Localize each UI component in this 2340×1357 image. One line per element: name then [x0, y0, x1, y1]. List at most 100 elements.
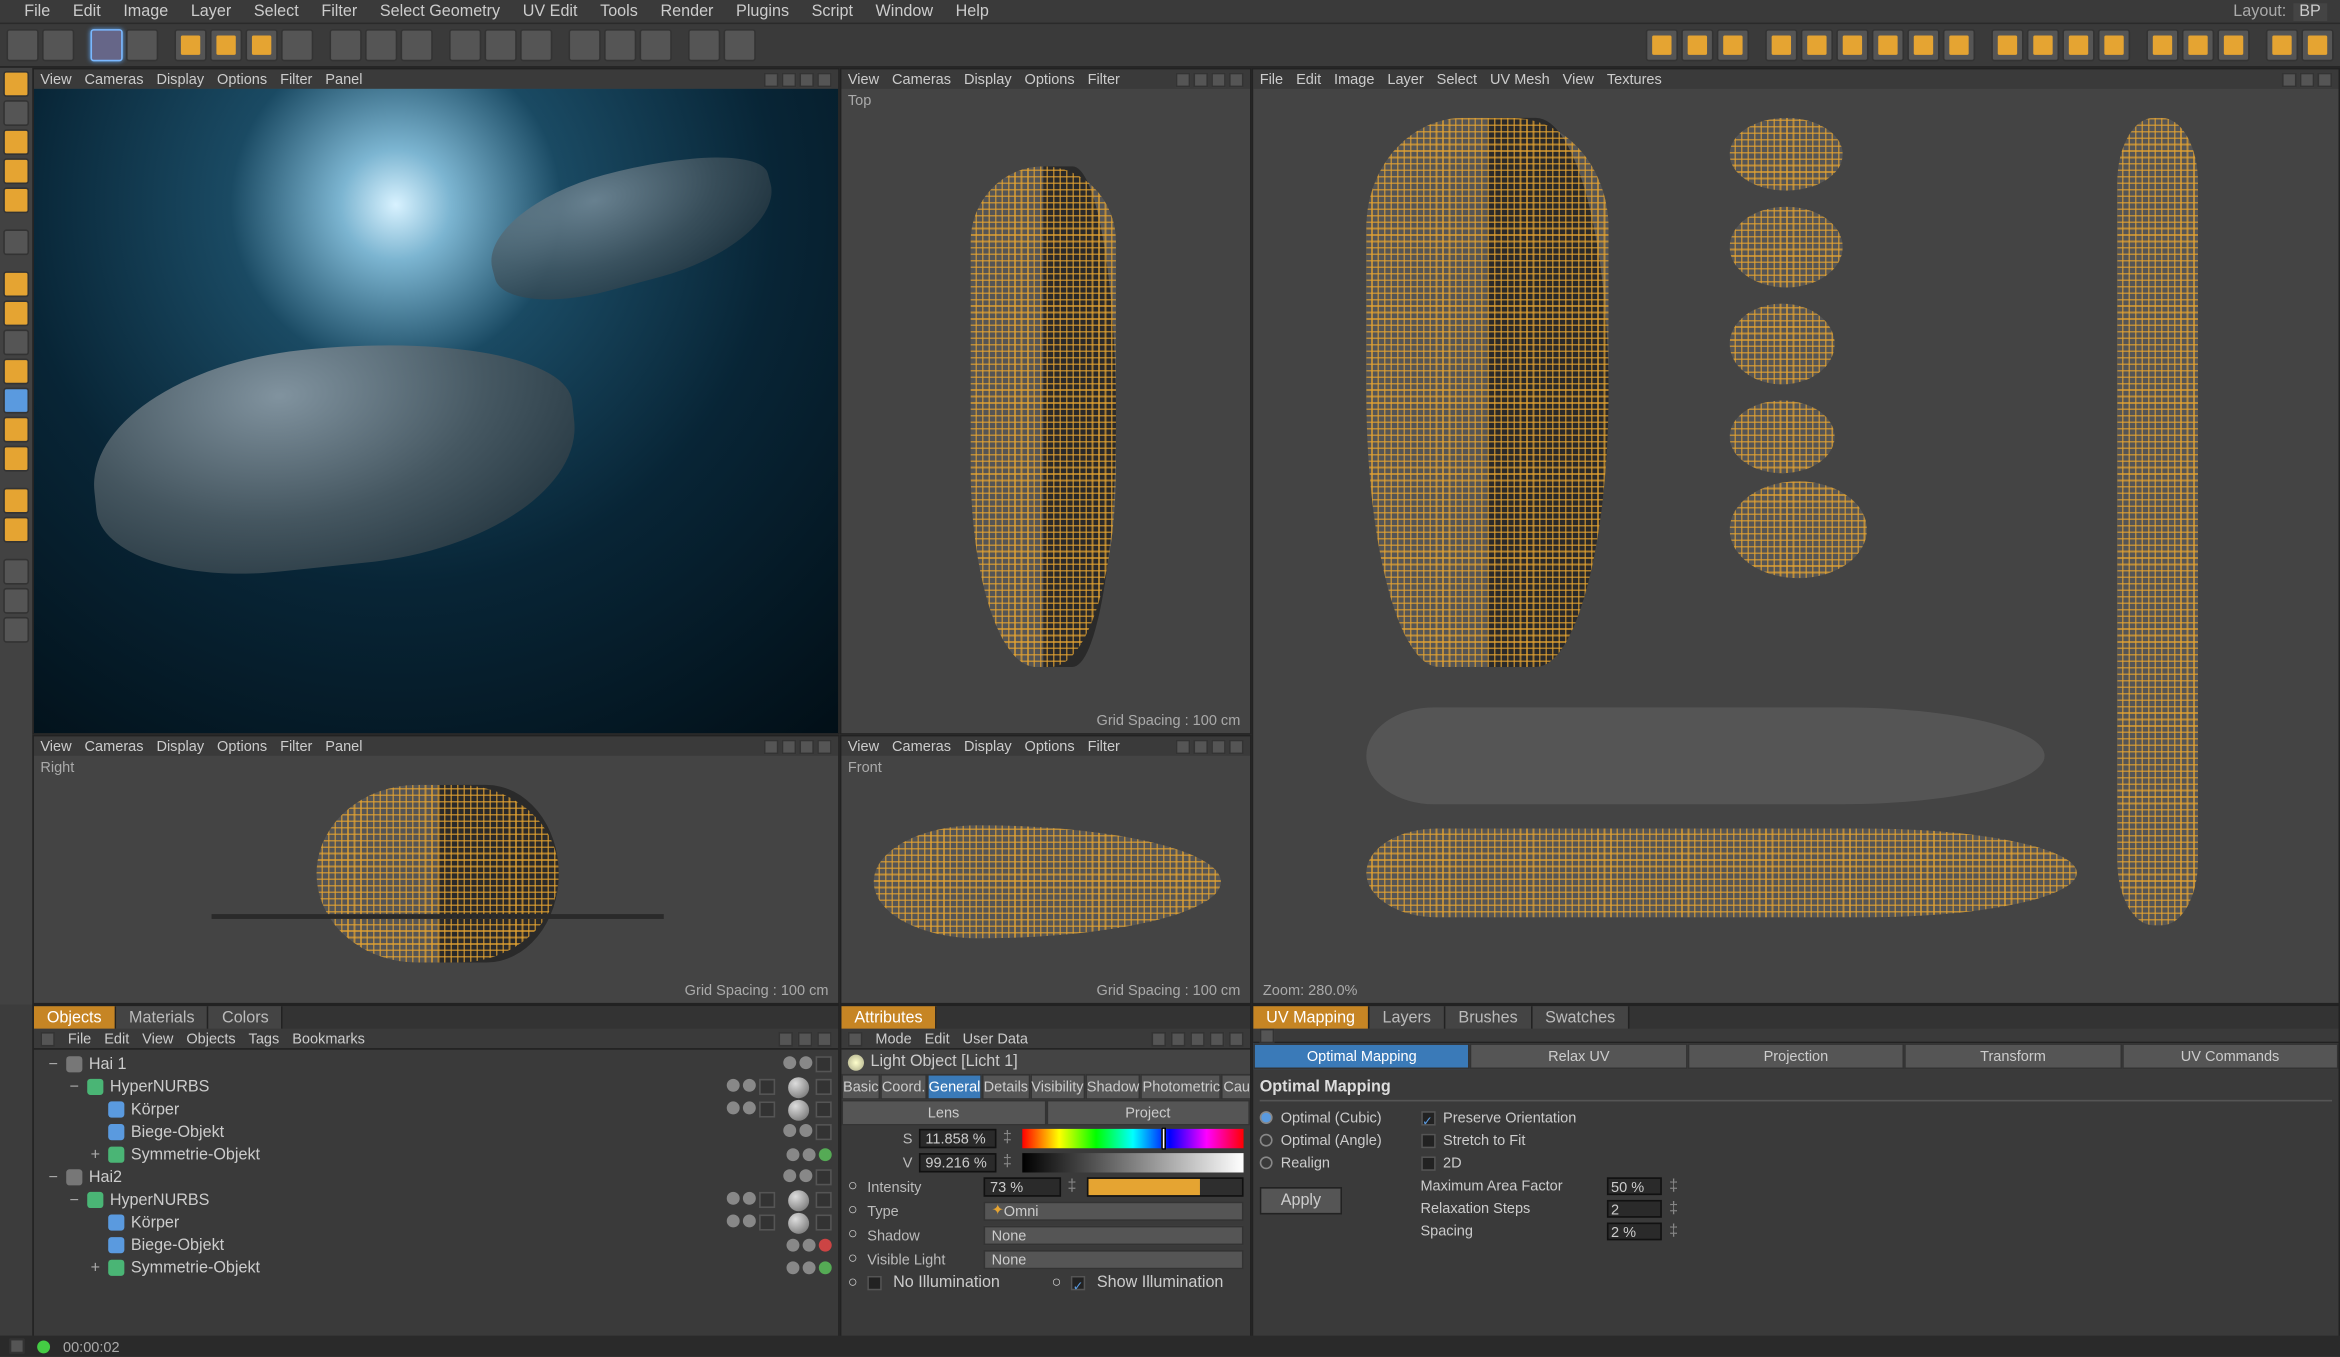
checker2-icon[interactable]: [485, 29, 517, 61]
intensity-field[interactable]: 73 %: [984, 1177, 1062, 1196]
tab-swatches[interactable]: Swatches: [1532, 1006, 1629, 1029]
render-view-icon[interactable]: [329, 29, 361, 61]
filter-icon[interactable]: [817, 1031, 832, 1046]
enable-check[interactable]: [816, 1169, 832, 1185]
radio-angle[interactable]: [1260, 1134, 1273, 1147]
render-dot[interactable]: [799, 1169, 812, 1182]
fit-icon[interactable]: [1907, 29, 1939, 61]
menu-select-geometry[interactable]: Select Geometry: [369, 2, 512, 20]
orbit-icon[interactable]: [799, 72, 814, 87]
layout-selector[interactable]: BP: [2293, 2, 2327, 20]
tab-materials[interactable]: Materials: [116, 1006, 209, 1029]
v-field[interactable]: 99.216 %: [919, 1152, 997, 1171]
viewport-right[interactable]: ViewCamerasDisplayOptionsFilterPanel Rig…: [32, 735, 840, 1005]
point-mode-icon[interactable]: [3, 129, 29, 155]
eyedrop-icon[interactable]: [3, 559, 29, 585]
tab-layers[interactable]: Layers: [1370, 1006, 1446, 1029]
check-stretch[interactable]: [1420, 1133, 1435, 1148]
expand-icon[interactable]: +: [89, 1259, 102, 1277]
object-mode-icon[interactable]: [3, 100, 29, 126]
uv-tool-3-icon[interactable]: [1717, 29, 1749, 61]
text-icon[interactable]: [3, 488, 29, 514]
pack-3-icon[interactable]: [2217, 29, 2249, 61]
axis-x-icon[interactable]: [174, 29, 206, 61]
enable-check[interactable]: [759, 1192, 775, 1208]
move-tool-icon[interactable]: [126, 29, 158, 61]
model-mode-icon[interactable]: [3, 71, 29, 97]
nav-caustics[interactable]: Caustics: [1222, 1074, 1252, 1100]
nav-lens[interactable]: Lens: [841, 1100, 1045, 1126]
vis-dot[interactable]: [727, 1079, 740, 1092]
pan-icon[interactable]: [764, 72, 779, 87]
menu-render[interactable]: Render: [649, 2, 725, 20]
tab-attributes[interactable]: Attributes: [841, 1006, 937, 1029]
menu-plugins[interactable]: Plugins: [725, 2, 801, 20]
menu-file[interactable]: File: [13, 2, 62, 20]
menu-layer[interactable]: Layer: [180, 2, 243, 20]
redo-icon[interactable]: [42, 29, 74, 61]
expand-icon[interactable]: −: [68, 1078, 81, 1096]
new-icon[interactable]: [1229, 1031, 1244, 1046]
material-tag-icon[interactable]: [788, 1212, 809, 1233]
render-dot[interactable]: [743, 1214, 756, 1227]
axis-y-icon[interactable]: [210, 29, 242, 61]
select-tool-icon[interactable]: [90, 29, 122, 61]
expand-icon[interactable]: +: [89, 1146, 102, 1164]
render-dot[interactable]: [803, 1261, 816, 1274]
subtab-projection[interactable]: Projection: [1687, 1043, 1904, 1069]
texture-mode-icon[interactable]: [3, 229, 29, 255]
viewport-perspective[interactable]: View Cameras Display Options Filter Pane…: [32, 68, 840, 735]
pack-2-icon[interactable]: [2182, 29, 2214, 61]
expand-icon[interactable]: −: [47, 1168, 60, 1186]
subtab-optimal[interactable]: Optimal Mapping: [1253, 1043, 1470, 1069]
render-dot[interactable]: [743, 1192, 756, 1205]
workplane-icon[interactable]: [724, 29, 756, 61]
no-illum-check[interactable]: [867, 1276, 882, 1291]
vis-dot[interactable]: [783, 1124, 796, 1137]
render-settings-icon[interactable]: [365, 29, 397, 61]
vis-dot[interactable]: [727, 1101, 740, 1114]
viewport-top[interactable]: ViewCamerasDisplayOptionsFilter Top Grid…: [840, 68, 1252, 735]
tree-row[interactable]: Biege-Objekt: [40, 1234, 831, 1257]
radio-cubic[interactable]: [1260, 1111, 1273, 1124]
bw-swatch-icon[interactable]: [3, 617, 29, 643]
picker-icon[interactable]: [3, 329, 29, 355]
type-select[interactable]: ✦ Omni: [984, 1201, 1244, 1220]
picture-viewer-icon[interactable]: [401, 29, 433, 61]
shadow-select[interactable]: None: [984, 1225, 1244, 1244]
enable-check[interactable]: [816, 1124, 832, 1140]
tree-row[interactable]: Körper: [40, 1098, 831, 1121]
enable-check[interactable]: [816, 1056, 832, 1072]
tree-row[interactable]: −HyperNURBS: [40, 1189, 831, 1212]
enable-check[interactable]: [759, 1101, 775, 1117]
menu-tools[interactable]: Tools: [589, 2, 649, 20]
extra-2-icon[interactable]: [2301, 29, 2333, 61]
tree-row[interactable]: +Symmetrie-Objekt: [40, 1256, 831, 1279]
pack-1-icon[interactable]: [2146, 29, 2178, 61]
primitive-cube-icon[interactable]: [568, 29, 600, 61]
mirror-h-icon[interactable]: [1765, 29, 1797, 61]
expand-icon[interactable]: −: [47, 1055, 60, 1073]
back-icon[interactable]: [1151, 1031, 1166, 1046]
render-dot[interactable]: [799, 1056, 812, 1069]
arrange-2-icon[interactable]: [2027, 29, 2059, 61]
material-tag-icon[interactable]: [788, 1189, 809, 1210]
max-area-field[interactable]: 50 %: [1606, 1177, 1661, 1195]
tab-objects[interactable]: Objects: [34, 1006, 116, 1029]
menu-select[interactable]: Select: [243, 2, 311, 20]
tree-row[interactable]: Biege-Objekt: [40, 1121, 831, 1144]
extra-1-icon[interactable]: [2266, 29, 2298, 61]
arrange-4-icon[interactable]: [2098, 29, 2130, 61]
subtab-relax[interactable]: Relax UV: [1470, 1043, 1687, 1069]
vis-dot[interactable]: [727, 1214, 740, 1227]
nav-general[interactable]: General: [927, 1074, 982, 1100]
crop-icon[interactable]: [3, 359, 29, 385]
visible-light-select[interactable]: None: [984, 1249, 1244, 1268]
nav-photometric[interactable]: Photometric: [1141, 1074, 1222, 1100]
fwd-icon[interactable]: [1171, 1031, 1186, 1046]
mirror-v-icon[interactable]: [1801, 29, 1833, 61]
tree-row[interactable]: −Hai 1: [40, 1053, 831, 1076]
max-icon[interactable]: [817, 72, 832, 87]
material-tag-icon[interactable]: [788, 1099, 809, 1120]
tree-row[interactable]: −Hai2: [40, 1166, 831, 1189]
